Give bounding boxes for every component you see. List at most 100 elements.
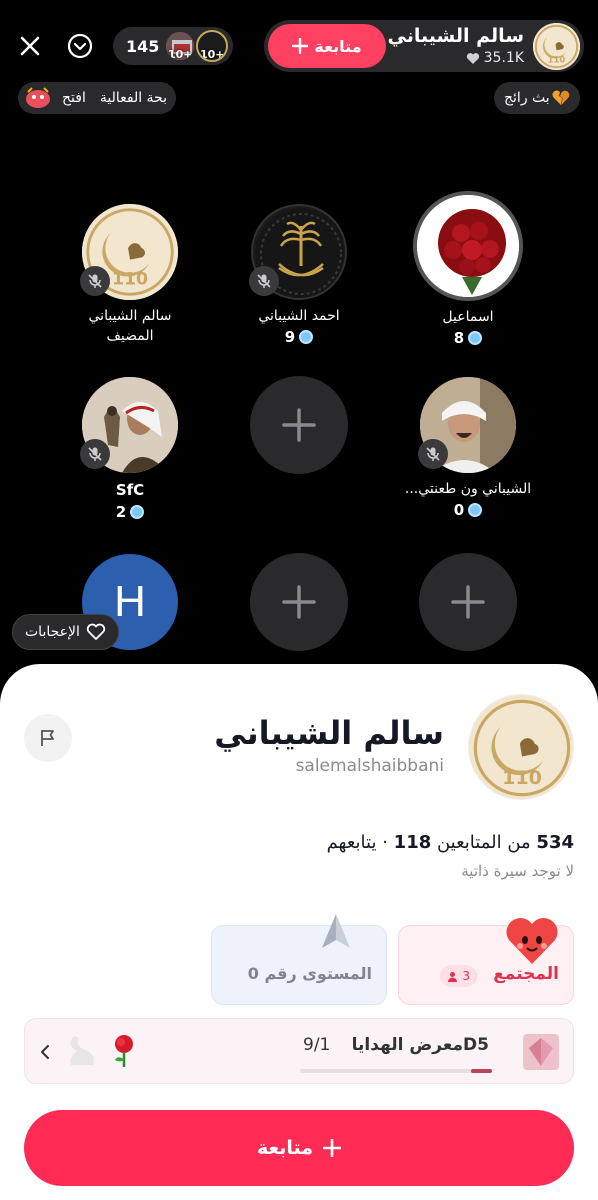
seat-gem-count: 0	[454, 501, 483, 519]
seat-6[interactable]: SfC 2	[45, 377, 215, 521]
chevron-left-icon[interactable]	[39, 1044, 51, 1060]
muted-mic-icon	[249, 266, 279, 296]
seat-avatar[interactable]: 110	[80, 204, 178, 300]
profile-name: سالم الشيباني	[214, 714, 444, 752]
viewer-count: 145	[126, 36, 160, 56]
host-name: سالم الشيباني	[387, 25, 524, 47]
bio: لا توجد سيرة ذاتية	[461, 862, 574, 880]
host-role-label: المضيف	[106, 328, 154, 344]
chevron-down-icon[interactable]	[62, 28, 98, 64]
trending-chip[interactable]: بث رائج	[494, 82, 580, 114]
follow-button[interactable]: متابعة	[24, 1110, 574, 1186]
level-card[interactable]: المستوى رقم 0	[211, 914, 387, 1005]
seat-name: اسماعيل	[442, 309, 494, 325]
following-count: 118	[393, 832, 432, 853]
profile-avatar[interactable]: 110	[468, 694, 574, 800]
followers-count: 534	[536, 832, 574, 853]
add-seat-button[interactable]	[250, 376, 348, 474]
host-pill[interactable]: متابعة سالم الشيباني 35.1K 110	[264, 20, 584, 72]
avatar-initial: H	[114, 577, 146, 626]
trending-label: بث رائج	[504, 90, 550, 106]
viewer-avatar: 10+	[196, 30, 228, 62]
svg-text:110: 110	[502, 767, 542, 789]
gift-level-gem-icon	[523, 1034, 559, 1070]
seat-4[interactable]: الشيباني ون طعنتي... 0	[383, 377, 553, 519]
seat-2[interactable]: احمد الشيباني 9	[214, 204, 384, 346]
muted-mic-icon	[418, 439, 448, 469]
likes-button[interactable]: الإعجابات	[12, 614, 119, 650]
seat-avatar[interactable]	[80, 377, 178, 473]
seat-avatar[interactable]	[249, 204, 347, 300]
plus-icon	[292, 38, 309, 54]
seat-7-empty[interactable]	[383, 553, 553, 651]
gift-progress-text: 9/1	[303, 1035, 331, 1055]
community-label: المجتمع	[493, 964, 559, 984]
rose-icon	[115, 1035, 133, 1067]
event-open-label: افتح	[62, 90, 86, 106]
community-card[interactable]: المجتمع 3	[398, 917, 574, 1005]
seat-gem-count: 2	[116, 503, 145, 521]
gem-icon	[299, 330, 314, 344]
plus-icon	[282, 408, 316, 442]
seat-1[interactable]: اسماعيل 8	[383, 191, 553, 347]
community-members-badge: 3	[440, 965, 477, 987]
follow-host-button[interactable]: متابعة	[268, 24, 386, 68]
seat-name: سالم الشيباني	[88, 308, 172, 324]
event-title: بحة الفعالية	[99, 90, 167, 106]
stats-separator: ·	[382, 832, 388, 853]
viewer-badge: 10+	[200, 48, 225, 61]
likes-label: الإعجابات	[25, 624, 80, 640]
profile-sheet: 110 سالم الشيباني salemalshaibbani 534 م…	[0, 664, 598, 1200]
close-icon[interactable]	[12, 28, 48, 64]
profile-handle: salemalshaibbani	[295, 756, 444, 776]
level-label: المستوى رقم 0	[247, 964, 372, 983]
person-icon	[448, 971, 458, 982]
camel-logo: 110	[469, 695, 573, 799]
add-seat-button[interactable]	[419, 553, 517, 651]
paper-plane-icon	[322, 914, 350, 948]
broken-heart-icon	[552, 90, 570, 105]
follow-label: متابعة	[256, 1137, 314, 1159]
muted-mic-icon	[80, 439, 110, 469]
gem-icon	[468, 503, 483, 517]
gift-progress-fill	[470, 1069, 492, 1073]
gift-progress-bar	[300, 1069, 492, 1073]
gem-icon	[130, 505, 145, 519]
gift-gallery[interactable]: D5 معرض الهدايا 9/1	[24, 1018, 574, 1084]
svg-text:110: 110	[112, 270, 148, 290]
host-likes: 35.1K	[466, 50, 524, 66]
seat-avatar[interactable]	[418, 377, 516, 473]
following-label: يتابعهم	[326, 832, 377, 853]
host-likes-count: 35.1K	[483, 50, 524, 66]
roses-image	[417, 195, 519, 297]
muted-mic-icon	[80, 266, 110, 296]
gem-icon	[468, 331, 483, 345]
seat-gem-count: 8	[454, 329, 483, 347]
heart-icon	[466, 52, 479, 64]
plus-icon	[451, 585, 485, 619]
viewer-badge: 10+	[168, 48, 193, 61]
report-button[interactable]	[24, 714, 72, 762]
seat-3[interactable]: 110 سالم الشيباني المضيف	[45, 204, 215, 344]
seat-avatar[interactable]	[413, 191, 523, 301]
host-avatar[interactable]: 110	[533, 23, 580, 70]
follow-stats[interactable]: 534 من المتابعين 118 · يتابعهم	[327, 832, 574, 853]
seat-5-empty[interactable]	[214, 376, 384, 474]
viewers-pill[interactable]: 145 10+ 10+	[113, 27, 233, 65]
gift-event-icon	[26, 87, 50, 108]
followers-label: من المتابعين	[436, 832, 531, 853]
seat-8-empty[interactable]	[214, 553, 384, 651]
add-seat-button[interactable]	[250, 553, 348, 651]
gift-level: D5	[463, 1035, 489, 1055]
plus-icon	[282, 585, 316, 619]
svg-text:110: 110	[548, 54, 566, 64]
flag-icon	[41, 730, 54, 746]
heart-mascot-icon	[506, 917, 558, 964]
swan-icon	[70, 1036, 94, 1065]
community-count: 3	[462, 969, 470, 983]
seat-name: الشيباني ون طعنتي...	[404, 481, 532, 497]
gift-title: معرض الهدايا	[351, 1035, 463, 1055]
heart-outline-icon	[86, 623, 106, 640]
event-chip[interactable]: افتح بحة الفعالية	[18, 82, 176, 114]
viewer-avatar: 10+	[164, 30, 196, 62]
